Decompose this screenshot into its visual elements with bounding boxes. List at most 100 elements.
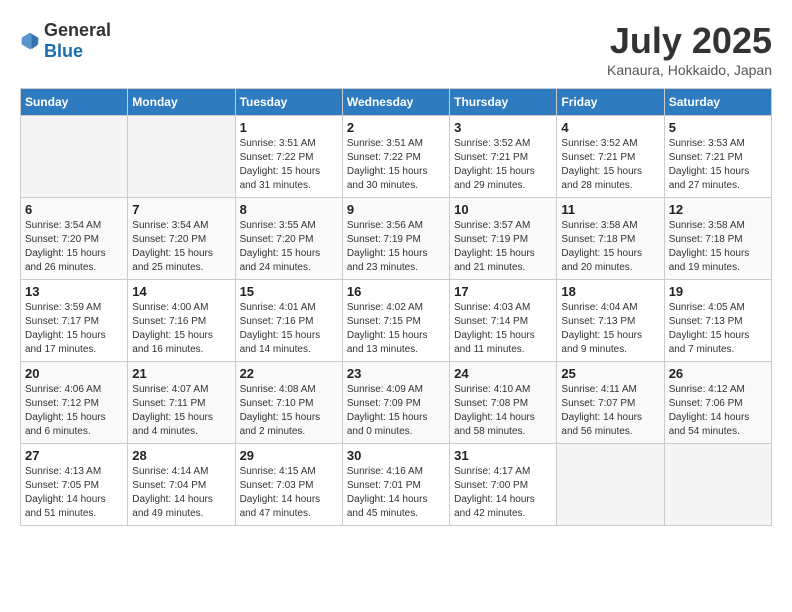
day-info: Sunrise: 4:01 AMSunset: 7:16 PMDaylight:… <box>240 301 338 357</box>
day-number: 14 <box>132 284 230 299</box>
calendar-cell: 25 Sunrise: 4:11 AMSunset: 7:07 PMDayligh… <box>557 362 664 444</box>
calendar-cell: 20 Sunrise: 4:06 AMSunset: 7:12 PMDayligh… <box>21 362 128 444</box>
day-info: Sunrise: 4:16 AMSunset: 7:01 PMDaylight:… <box>347 465 445 521</box>
weekday-header: Thursday <box>450 89 557 116</box>
day-info: Sunrise: 3:51 AMSunset: 7:22 PMDaylight:… <box>347 137 445 193</box>
day-info: Sunrise: 4:12 AMSunset: 7:06 PMDaylight:… <box>669 383 767 439</box>
day-number: 12 <box>669 202 767 217</box>
day-number: 13 <box>25 284 123 299</box>
calendar-cell: 11Sunrise: 3:58 AMSunset: 7:18 PMDayligh… <box>557 198 664 280</box>
day-info: Sunrise: 4:08 AMSunset: 7:10 PMDaylight:… <box>240 383 338 439</box>
day-number: 31 <box>454 448 552 463</box>
calendar-cell: 23 Sunrise: 4:09 AMSunset: 7:09 PMDayligh… <box>342 362 449 444</box>
day-info: Sunrise: 4:06 AMSunset: 7:12 PMDaylight:… <box>25 383 123 439</box>
calendar-cell: 7 Sunrise: 3:54 AMSunset: 7:20 PMDaylight… <box>128 198 235 280</box>
day-number: 20 <box>25 366 123 381</box>
day-info: Sunrise: 3:52 AMSunset: 7:21 PMDaylight:… <box>561 137 659 193</box>
logo: General Blue <box>20 20 111 62</box>
day-info: Sunrise: 4:09 AMSunset: 7:09 PMDaylight:… <box>347 383 445 439</box>
day-number: 8 <box>240 202 338 217</box>
day-info: Sunrise: 4:10 AMSunset: 7:08 PMDaylight:… <box>454 383 552 439</box>
day-number: 9 <box>347 202 445 217</box>
calendar-cell: 6Sunrise: 3:54 AMSunset: 7:20 PMDaylight… <box>21 198 128 280</box>
day-number: 5 <box>669 120 767 135</box>
weekday-header: Wednesday <box>342 89 449 116</box>
calendar-cell: 5 Sunrise: 3:53 AMSunset: 7:21 PMDaylight… <box>664 116 771 198</box>
calendar-cell: 13Sunrise: 3:59 AMSunset: 7:17 PMDayligh… <box>21 280 128 362</box>
calendar-cell <box>21 116 128 198</box>
day-info: Sunrise: 4:17 AMSunset: 7:00 PMDaylight:… <box>454 465 552 521</box>
day-info: Sunrise: 4:13 AMSunset: 7:05 PMDaylight:… <box>25 465 123 521</box>
day-info: Sunrise: 4:00 AMSunset: 7:16 PMDaylight:… <box>132 301 230 357</box>
weekday-header: Tuesday <box>235 89 342 116</box>
day-info: Sunrise: 3:58 AMSunset: 7:18 PMDaylight:… <box>669 219 767 275</box>
weekday-header-row: SundayMondayTuesdayWednesdayThursdayFrid… <box>21 89 772 116</box>
day-number: 25 <box>561 366 659 381</box>
day-info: Sunrise: 4:15 AMSunset: 7:03 PMDaylight:… <box>240 465 338 521</box>
day-number: 6 <box>25 202 123 217</box>
day-info: Sunrise: 4:02 AMSunset: 7:15 PMDaylight:… <box>347 301 445 357</box>
day-number: 18 <box>561 284 659 299</box>
day-info: Sunrise: 4:07 AMSunset: 7:11 PMDaylight:… <box>132 383 230 439</box>
logo-icon <box>20 31 40 51</box>
day-number: 17 <box>454 284 552 299</box>
calendar-week-row: 1 Sunrise: 3:51 AMSunset: 7:22 PMDaylight… <box>21 116 772 198</box>
day-info: Sunrise: 3:51 AMSunset: 7:22 PMDaylight:… <box>240 137 338 193</box>
calendar-cell: 8 Sunrise: 3:55 AMSunset: 7:20 PMDaylight… <box>235 198 342 280</box>
day-number: 26 <box>669 366 767 381</box>
day-number: 15 <box>240 284 338 299</box>
day-info: Sunrise: 3:53 AMSunset: 7:21 PMDaylight:… <box>669 137 767 193</box>
calendar-cell: 1 Sunrise: 3:51 AMSunset: 7:22 PMDaylight… <box>235 116 342 198</box>
location-subtitle: Kanaura, Hokkaido, Japan <box>607 62 772 78</box>
day-info: Sunrise: 3:55 AMSunset: 7:20 PMDaylight:… <box>240 219 338 275</box>
day-number: 10 <box>454 202 552 217</box>
weekday-header: Sunday <box>21 89 128 116</box>
calendar-table: SundayMondayTuesdayWednesdayThursdayFrid… <box>20 88 772 526</box>
calendar-cell: 15 Sunrise: 4:01 AMSunset: 7:16 PMDayligh… <box>235 280 342 362</box>
page-header: General Blue July 2025 Kanaura, Hokkaido… <box>20 20 772 78</box>
calendar-cell: 24Sunrise: 4:10 AMSunset: 7:08 PMDayligh… <box>450 362 557 444</box>
day-info: Sunrise: 4:05 AMSunset: 7:13 PMDaylight:… <box>669 301 767 357</box>
calendar-cell: 9 Sunrise: 3:56 AMSunset: 7:19 PMDaylight… <box>342 198 449 280</box>
day-info: Sunrise: 3:56 AMSunset: 7:19 PMDaylight:… <box>347 219 445 275</box>
calendar-week-row: 20 Sunrise: 4:06 AMSunset: 7:12 PMDayligh… <box>21 362 772 444</box>
calendar-cell: 21Sunrise: 4:07 AMSunset: 7:11 PMDayligh… <box>128 362 235 444</box>
day-number: 16 <box>347 284 445 299</box>
day-number: 7 <box>132 202 230 217</box>
calendar-cell: 18 Sunrise: 4:04 AMSunset: 7:13 PMDayligh… <box>557 280 664 362</box>
calendar-cell: 31 Sunrise: 4:17 AMSunset: 7:00 PMDayligh… <box>450 444 557 526</box>
calendar-week-row: 27 Sunrise: 4:13 AMSunset: 7:05 PMDayligh… <box>21 444 772 526</box>
day-number: 11 <box>561 202 659 217</box>
calendar-cell: 26 Sunrise: 4:12 AMSunset: 7:06 PMDayligh… <box>664 362 771 444</box>
calendar-cell: 17 Sunrise: 4:03 AMSunset: 7:14 PMDayligh… <box>450 280 557 362</box>
day-info: Sunrise: 4:04 AMSunset: 7:13 PMDaylight:… <box>561 301 659 357</box>
calendar-cell <box>664 444 771 526</box>
calendar-cell: 22 Sunrise: 4:08 AMSunset: 7:10 PMDayligh… <box>235 362 342 444</box>
day-info: Sunrise: 3:52 AMSunset: 7:21 PMDaylight:… <box>454 137 552 193</box>
title-area: July 2025 Kanaura, Hokkaido, Japan <box>607 20 772 78</box>
calendar-cell: 29Sunrise: 4:15 AMSunset: 7:03 PMDayligh… <box>235 444 342 526</box>
calendar-cell <box>557 444 664 526</box>
calendar-cell: 27 Sunrise: 4:13 AMSunset: 7:05 PMDayligh… <box>21 444 128 526</box>
day-info: Sunrise: 4:03 AMSunset: 7:14 PMDaylight:… <box>454 301 552 357</box>
weekday-header: Saturday <box>664 89 771 116</box>
day-number: 2 <box>347 120 445 135</box>
day-number: 4 <box>561 120 659 135</box>
day-number: 22 <box>240 366 338 381</box>
calendar-cell <box>128 116 235 198</box>
calendar-cell: 10 Sunrise: 3:57 AMSunset: 7:19 PMDayligh… <box>450 198 557 280</box>
day-info: Sunrise: 3:54 AMSunset: 7:20 PMDaylight:… <box>132 219 230 275</box>
calendar-cell: 4 Sunrise: 3:52 AMSunset: 7:21 PMDaylight… <box>557 116 664 198</box>
day-number: 27 <box>25 448 123 463</box>
calendar-cell: 19 Sunrise: 4:05 AMSunset: 7:13 PMDayligh… <box>664 280 771 362</box>
calendar-week-row: 6 Sunrise: 3:54 AMSunset: 7:20 PMDaylight… <box>21 198 772 280</box>
day-number: 30 <box>347 448 445 463</box>
day-number: 1 <box>240 120 338 135</box>
calendar-cell: 3Sunrise: 3:52 AMSunset: 7:21 PMDaylight… <box>450 116 557 198</box>
day-number: 23 <box>347 366 445 381</box>
day-number: 19 <box>669 284 767 299</box>
day-info: Sunrise: 4:11 AMSunset: 7:07 PMDaylight:… <box>561 383 659 439</box>
calendar-cell: 16 Sunrise: 4:02 AMSunset: 7:15 PMDayligh… <box>342 280 449 362</box>
calendar-cell: 14 Sunrise: 4:00 AMSunset: 7:16 PMDayligh… <box>128 280 235 362</box>
day-info: Sunrise: 3:57 AMSunset: 7:19 PMDaylight:… <box>454 219 552 275</box>
